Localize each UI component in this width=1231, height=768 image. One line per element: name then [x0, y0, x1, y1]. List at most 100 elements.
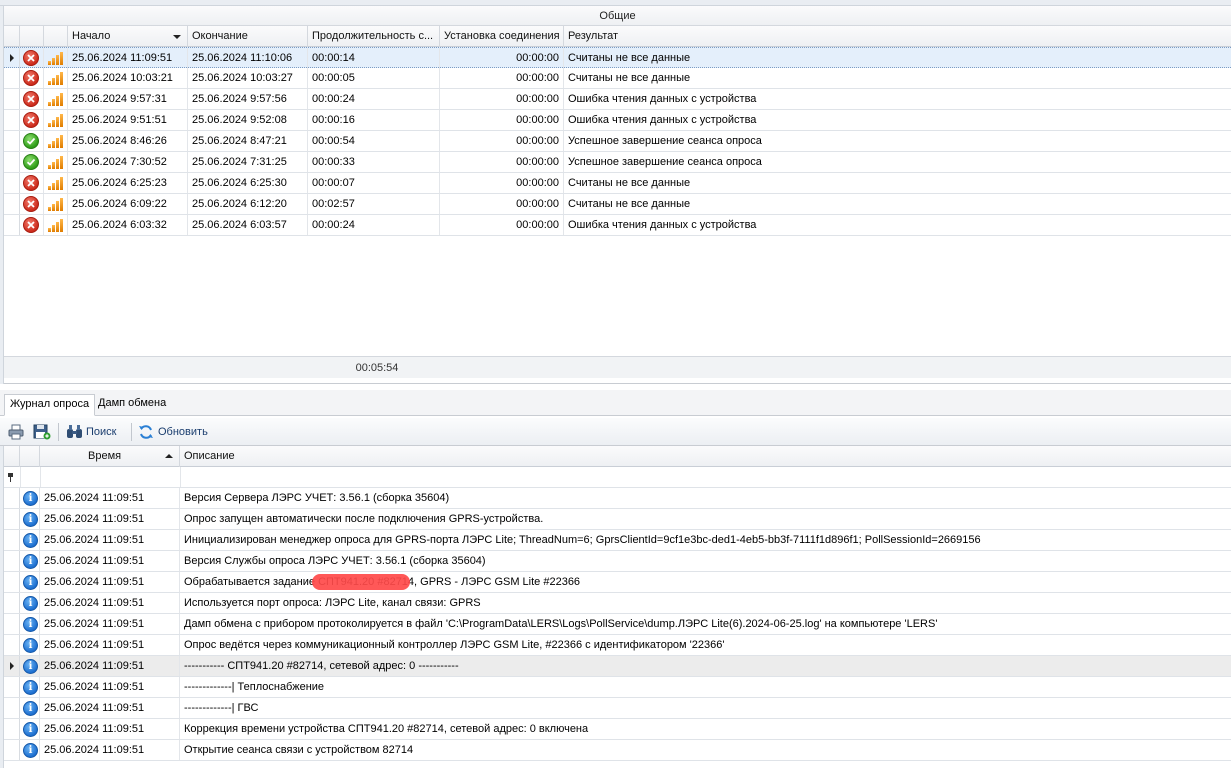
auto-filter-row[interactable] — [4, 467, 1231, 488]
connect-cell: 00:00:00 — [440, 194, 564, 214]
log-row[interactable]: i 25.06.2024 11:09:51 Открытие сеанса связ… — [4, 740, 1231, 761]
error-icon — [23, 112, 39, 128]
log-row[interactable]: i 25.06.2024 11:09:51 Инициализирован мене… — [4, 530, 1231, 551]
log-row[interactable]: i 25.06.2024 11:09:51 Версия Службы опроса… — [4, 551, 1231, 572]
header-start[interactable]: Начало — [68, 26, 188, 47]
header-connect[interactable]: Установка соединения — [440, 26, 564, 47]
connect-cell: 00:00:00 — [440, 110, 564, 130]
save-button[interactable] — [31, 422, 51, 442]
header-start-label: Начало — [72, 30, 111, 42]
result-cell: Ошибка чтения данных с устройства — [568, 93, 757, 105]
info-icon: i — [23, 491, 38, 506]
search-button[interactable]: Поиск — [66, 422, 126, 442]
log-row[interactable]: i 25.06.2024 11:09:51 Опрос запущен автома… — [4, 509, 1231, 530]
log-row[interactable]: i 25.06.2024 11:09:51 Дамп обмена с прибор… — [4, 614, 1231, 635]
session-row[interactable]: 25.06.2024 8:46:26 25.06.2024 8:47:21 00:0… — [4, 131, 1231, 152]
row-indicator — [4, 614, 20, 634]
result-cell: Успешное завершение сеанса опроса — [568, 135, 762, 147]
session-row[interactable]: 25.06.2024 9:57:31 25.06.2024 9:57:56 00:0… — [4, 89, 1231, 110]
tab-poll-journal[interactable]: Журнал опроса — [4, 394, 96, 416]
log-row[interactable]: i 25.06.2024 11:09:51 Обрабатывается задан… — [4, 572, 1231, 593]
start-cell: 25.06.2024 6:09:22 — [68, 194, 188, 214]
session-row[interactable]: 25.06.2024 6:25:23 25.06.2024 6:25:30 00:0… — [4, 173, 1231, 194]
description-cell: Дамп обмена с прибором протоколируется в… — [184, 618, 938, 630]
duration-cell: 00:00:24 — [308, 215, 440, 235]
time-cell: 25.06.2024 11:09:51 — [40, 488, 180, 508]
print-button[interactable] — [6, 422, 26, 442]
connect-cell: 00:00:00 — [440, 89, 564, 109]
time-cell: 25.06.2024 11:09:51 — [40, 551, 180, 571]
description-cell: Версия Службы опроса ЛЭРС УЧЕТ: 3.56.1 (… — [184, 555, 486, 567]
header-duration[interactable]: Продолжительность с... — [308, 26, 440, 47]
duration-cell: 00:00:33 — [308, 152, 440, 172]
header-signal[interactable] — [44, 26, 68, 47]
end-cell: 25.06.2024 9:57:56 — [188, 89, 308, 109]
description-cell: Коррекция времени устройства СПТ941.20 #… — [184, 723, 589, 735]
start-cell: 25.06.2024 6:03:32 — [68, 215, 188, 235]
time-cell: 25.06.2024 11:09:51 — [40, 635, 180, 655]
refresh-button[interactable]: Обновить — [138, 422, 218, 442]
search-label: Поиск — [86, 426, 117, 438]
session-row[interactable]: 25.06.2024 6:09:22 25.06.2024 6:12:20 00:0… — [4, 194, 1231, 215]
row-indicator — [4, 698, 20, 718]
start-cell: 25.06.2024 7:30:52 — [68, 152, 188, 172]
log-row[interactable]: i 25.06.2024 11:09:51 -------------| Тепло… — [4, 677, 1231, 698]
header-end[interactable]: Окончание — [188, 26, 308, 47]
header-end-label: Окончание — [192, 30, 248, 42]
header-status[interactable] — [20, 26, 44, 47]
end-cell: 25.06.2024 7:31:25 — [188, 152, 308, 172]
log-row[interactable]: i 25.06.2024 11:09:51 ----------- СПТ941.2… — [4, 656, 1231, 677]
description-cell: -------------| ГВС — [184, 702, 259, 714]
time-cell: 25.06.2024 11:09:51 — [40, 740, 180, 760]
info-icon: i — [23, 596, 38, 611]
log-row[interactable]: i 25.06.2024 11:09:51 Опрос ведётся через … — [4, 635, 1231, 656]
error-icon — [23, 50, 39, 66]
row-indicator — [4, 89, 20, 109]
header-description[interactable]: Описание — [180, 446, 1231, 467]
time-cell: 25.06.2024 11:09:51 — [40, 593, 180, 613]
connect-cell: 00:00:00 — [440, 48, 564, 68]
tab-exchange-dump[interactable]: Дамп обмена — [93, 394, 171, 416]
time-cell: 25.06.2024 11:09:51 — [40, 572, 180, 592]
time-cell: 25.06.2024 11:09:51 — [40, 698, 180, 718]
log-row[interactable]: i 25.06.2024 11:09:51 Коррекция времени ус… — [4, 719, 1231, 740]
row-indicator — [4, 572, 20, 592]
info-icon: i — [23, 575, 38, 590]
start-cell: 25.06.2024 10:03:21 — [68, 68, 188, 88]
start-cell: 25.06.2024 9:51:51 — [68, 110, 188, 130]
toolbar-separator — [58, 423, 59, 441]
printer-icon — [8, 424, 24, 440]
description-cell: ----------- СПТ941.20 #82714, сетевой ад… — [184, 660, 459, 672]
log-row[interactable]: i 25.06.2024 11:09:51 Версия Сервера ЛЭРС … — [4, 488, 1231, 509]
session-row[interactable]: 25.06.2024 7:30:52 25.06.2024 7:31:25 00:0… — [4, 152, 1231, 173]
start-cell: 25.06.2024 6:25:23 — [68, 173, 188, 193]
end-cell: 25.06.2024 6:12:20 — [188, 194, 308, 214]
toolbar-separator — [131, 423, 132, 441]
connect-cell: 00:00:00 — [440, 173, 564, 193]
header-type[interactable] — [20, 446, 40, 467]
header-time[interactable]: Время — [40, 446, 180, 467]
row-indicator — [4, 48, 20, 68]
header-result-label: Результат — [568, 30, 619, 42]
redaction-mark — [312, 574, 410, 590]
header-time-label: Время — [88, 450, 122, 462]
error-icon — [23, 91, 39, 107]
end-cell: 25.06.2024 10:03:27 — [188, 68, 308, 88]
session-row[interactable]: 25.06.2024 9:51:51 25.06.2024 9:52:08 00:0… — [4, 110, 1231, 131]
session-row[interactable]: 25.06.2024 11:09:51 25.06.2024 11:10:06 00… — [4, 47, 1231, 68]
session-row[interactable]: 25.06.2024 6:03:32 25.06.2024 6:03:57 00:0… — [4, 215, 1231, 236]
log-row[interactable]: i 25.06.2024 11:09:51 Используется порт оп… — [4, 593, 1231, 614]
connect-cell: 00:00:00 — [440, 68, 564, 88]
signal-strength-icon — [48, 92, 64, 106]
log-row[interactable]: i 25.06.2024 11:09:51 -------------| ГВС — [4, 698, 1231, 719]
row-indicator — [4, 215, 20, 235]
signal-strength-icon — [48, 155, 64, 169]
info-icon: i — [23, 617, 38, 632]
log-column-headers: Время Описание — [4, 446, 1231, 467]
summary-row: 00:05:54 — [4, 356, 1231, 378]
header-result[interactable]: Результат — [564, 26, 1231, 47]
error-icon — [23, 217, 39, 233]
description-cell: Версия Сервера ЛЭРС УЧЕТ: 3.56.1 (сборка… — [184, 492, 450, 504]
session-row[interactable]: 25.06.2024 10:03:21 25.06.2024 10:03:27 00… — [4, 68, 1231, 89]
connect-cell: 00:00:00 — [440, 131, 564, 151]
